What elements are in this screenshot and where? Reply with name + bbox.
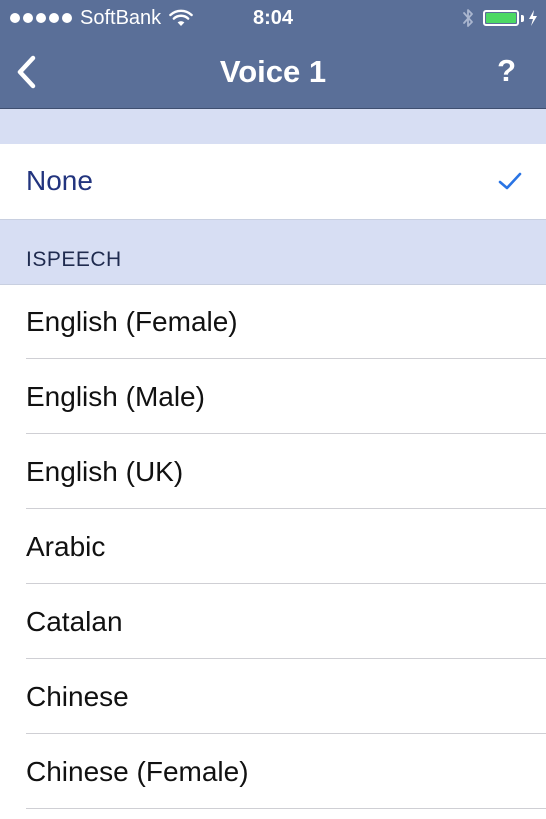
list-item[interactable]: Chinese (Female)	[0, 735, 546, 809]
section-spacer	[0, 109, 546, 145]
list-item[interactable]: English (Male)	[0, 360, 546, 434]
list-item-label: None	[26, 165, 93, 196]
row-divider	[26, 433, 546, 434]
battery-level	[486, 13, 516, 23]
bluetooth-icon	[463, 9, 473, 27]
header: SoftBank 8:04 Voice 1 ?	[0, 0, 546, 109]
row-divider	[26, 808, 546, 809]
help-button[interactable]: ?	[497, 53, 516, 89]
navigation-bar: Voice 1 ?	[0, 38, 546, 108]
screen: SoftBank 8:04 Voice 1 ? None ISPEECH Eng…	[0, 0, 546, 819]
list-item-label: English (UK)	[26, 456, 184, 487]
list-item-label: Arabic	[26, 531, 106, 562]
row-divider	[26, 358, 546, 359]
row-divider	[26, 508, 546, 509]
list-item-label: English (Male)	[26, 381, 205, 412]
section-header: ISPEECH	[0, 219, 546, 285]
list-item-label: English (Female)	[26, 306, 238, 337]
list-item[interactable]: English (Female)	[0, 285, 546, 359]
status-right	[461, 7, 538, 29]
battery-icon	[483, 10, 519, 26]
list-item-label: Catalan	[26, 606, 123, 637]
list-item[interactable]: Arabic	[0, 510, 546, 584]
row-divider	[26, 583, 546, 584]
list-item-label: Chinese	[26, 681, 129, 712]
battery-tip	[521, 14, 524, 22]
list-item[interactable]: Catalan	[0, 585, 546, 659]
status-bar: SoftBank 8:04	[0, 0, 546, 38]
list-item-label: Chinese (Female)	[26, 756, 249, 787]
list-item[interactable]: Chinese	[0, 660, 546, 734]
list-item-none[interactable]: None	[0, 144, 546, 218]
list-item[interactable]: English (UK)	[0, 435, 546, 509]
charging-icon	[529, 10, 537, 26]
section-title: ISPEECH	[26, 248, 122, 271]
checkmark-icon	[498, 172, 522, 190]
row-divider	[26, 733, 546, 734]
row-divider	[26, 658, 546, 659]
page-title: Voice 1	[219, 54, 327, 89]
